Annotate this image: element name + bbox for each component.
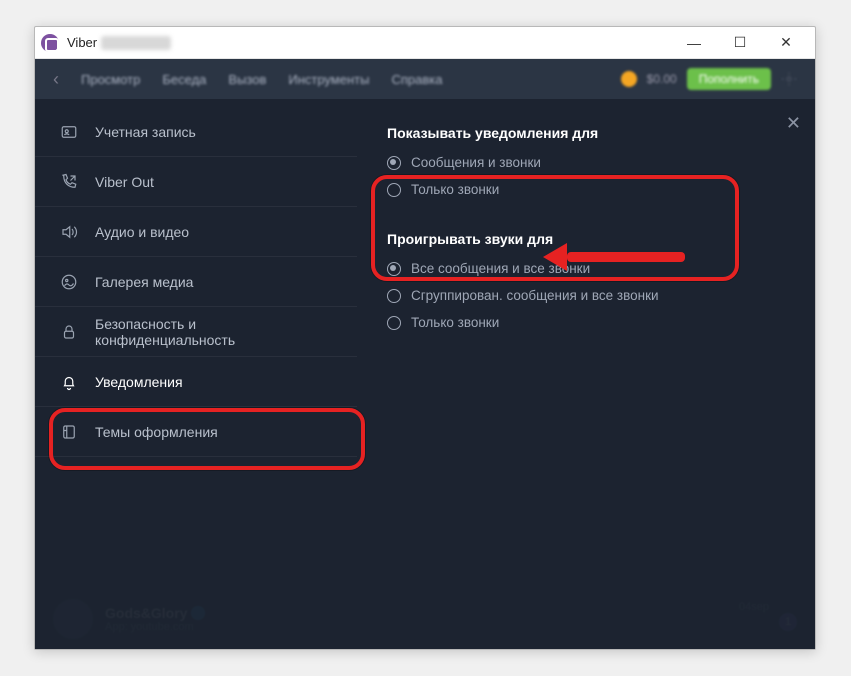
radio-label: Только звонки (411, 315, 499, 330)
phone-out-icon (59, 172, 79, 192)
section-title-show: Показывать уведомления для (387, 125, 785, 141)
sidebar-item-themes[interactable]: Темы оформления (35, 407, 357, 457)
speaker-icon (59, 222, 79, 242)
section-title-sounds: Проигрывать звуки для (387, 231, 785, 247)
title-extra-blur (101, 36, 171, 50)
sidebar-item-label: Учетная запись (95, 124, 196, 140)
close-button[interactable]: ✕ (763, 27, 809, 59)
coin-icon (621, 71, 637, 87)
sidebar-item-security[interactable]: Безопасность и конфиденциальность (35, 307, 357, 357)
sidebar-item-label: Аудио и видео (95, 224, 189, 240)
gear-icon[interactable] (781, 71, 797, 87)
radio-show-calls-only[interactable]: Только звонки (387, 182, 785, 197)
minimize-button[interactable]: — (671, 27, 717, 59)
menu-item[interactable]: Справка (391, 72, 442, 87)
maximize-button[interactable]: ☐ (717, 27, 763, 59)
viber-logo-icon (41, 34, 59, 52)
radio-label: Все сообщения и все звонки (411, 261, 590, 276)
settings-overlay: Учетная запись Viber Out Аудио и видео Г… (35, 99, 815, 649)
sidebar-item-media-gallery[interactable]: Галерея медиа (35, 257, 357, 307)
lock-icon (59, 322, 79, 342)
sidebar-item-label: Уведомления (95, 374, 183, 390)
radio-label: Сообщения и звонки (411, 155, 541, 170)
radio-sound-calls-only[interactable]: Только звонки (387, 315, 785, 330)
radio-sound-all[interactable]: Все сообщения и все звонки (387, 261, 785, 276)
window-title: Viber (67, 35, 97, 50)
id-card-icon (59, 122, 79, 142)
sidebar-item-label: Темы оформления (95, 424, 218, 440)
body-area: Gods&Glory App: youtube.com 04sep 1 Учет… (35, 99, 815, 649)
radio-show-messages-calls[interactable]: Сообщения и звонки (387, 155, 785, 170)
radio-label: Только звонки (411, 182, 499, 197)
app-window: Viber — ☐ ✕ ‹ Просмотр Беседа Вызов Инст… (34, 26, 816, 650)
sidebar-item-label: Безопасность и конфиденциальность (95, 316, 333, 348)
balance-value: $0.00 (647, 72, 677, 86)
radio-sound-grouped[interactable]: Сгруппирован. сообщения и все звонки (387, 288, 785, 303)
back-icon[interactable]: ‹ (53, 69, 59, 90)
radio-icon (387, 262, 401, 276)
palette-icon (59, 422, 79, 442)
sidebar-item-viberout[interactable]: Viber Out (35, 157, 357, 207)
sidebar-item-audio-video[interactable]: Аудио и видео (35, 207, 357, 257)
sidebar-item-label: Галерея медиа (95, 274, 193, 290)
top-menu: ‹ Просмотр Беседа Вызов Инструменты Спра… (35, 59, 815, 99)
sidebar-item-label: Viber Out (95, 174, 154, 190)
radio-label: Сгруппирован. сообщения и все звонки (411, 288, 659, 303)
sidebar-item-account[interactable]: Учетная запись (35, 107, 357, 157)
titlebar: Viber — ☐ ✕ (35, 27, 815, 59)
settings-sidebar: Учетная запись Viber Out Аудио и видео Г… (35, 99, 357, 649)
menu-item[interactable]: Беседа (162, 72, 206, 87)
topup-button[interactable]: Пополнить (687, 68, 771, 90)
radio-icon (387, 156, 401, 170)
bell-icon (59, 372, 79, 392)
close-settings-icon[interactable]: ✕ (786, 113, 801, 134)
menu-item[interactable]: Инструменты (288, 72, 369, 87)
radio-icon (387, 183, 401, 197)
settings-content: ✕ Показывать уведомления для Сообщения и… (357, 99, 815, 649)
sidebar-item-notifications[interactable]: Уведомления (35, 357, 357, 407)
menu-item[interactable]: Просмотр (81, 72, 140, 87)
image-icon (59, 272, 79, 292)
menu-item[interactable]: Вызов (228, 72, 266, 87)
radio-icon (387, 316, 401, 330)
radio-icon (387, 289, 401, 303)
